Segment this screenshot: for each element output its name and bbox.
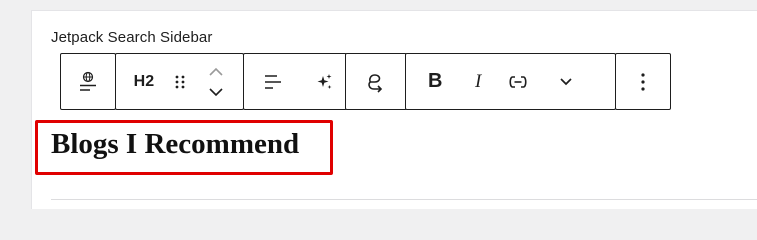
drag-handle-icon: [174, 74, 186, 90]
more-formatting-button[interactable]: [544, 54, 588, 109]
drag-handle[interactable]: [164, 54, 196, 109]
heading-level-label: H2: [133, 72, 155, 90]
options-group: [614, 53, 671, 110]
italic-label: I: [475, 70, 482, 92]
more-vertical-icon: [640, 72, 646, 92]
bold-label: B: [427, 70, 443, 92]
chevron-down-icon: [559, 77, 573, 87]
globe-icon: [78, 71, 98, 93]
alignment-group: [242, 53, 347, 110]
bold-button[interactable]: B: [406, 54, 464, 109]
link-icon: [507, 75, 529, 89]
widget-area-title: Jetpack Search Sidebar: [51, 29, 213, 46]
block-switcher-button[interactable]: [61, 54, 115, 109]
loop-arrow-icon: [366, 71, 386, 93]
sparkles-icon: [314, 72, 334, 92]
block-divider: [51, 199, 757, 200]
heading-level-button[interactable]: H2: [124, 54, 164, 109]
formatting-group: B I: [405, 53, 617, 110]
align-text-button[interactable]: [244, 54, 302, 109]
heading-block[interactable]: Blogs I Recommend: [51, 128, 299, 161]
move-controls: [196, 54, 236, 109]
chevron-down-icon[interactable]: [208, 87, 224, 97]
transform-button[interactable]: [346, 54, 405, 109]
italic-button[interactable]: I: [464, 54, 492, 109]
block-toolbar: H2 B I: [60, 53, 671, 110]
chevron-up-icon[interactable]: [208, 67, 224, 77]
options-button[interactable]: [616, 54, 670, 109]
transform-group: [345, 53, 407, 110]
ai-assistant-button[interactable]: [302, 54, 346, 109]
heading-controls-group: H2: [114, 53, 245, 110]
align-left-icon: [263, 72, 283, 92]
link-button[interactable]: [492, 54, 544, 109]
block-type-group: [60, 53, 117, 110]
